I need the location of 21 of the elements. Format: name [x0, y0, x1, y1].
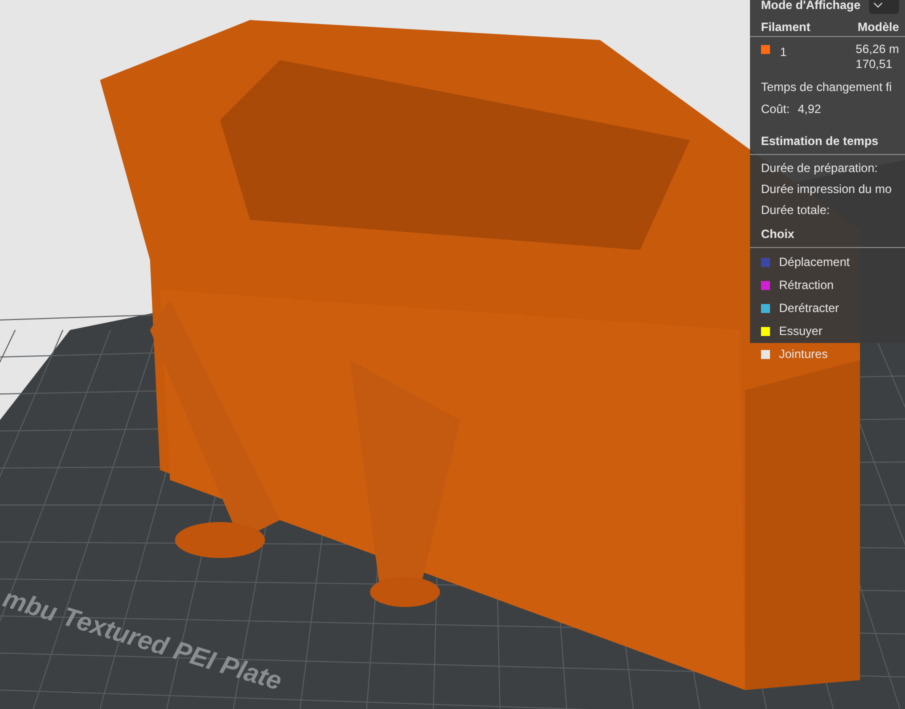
legend-label: Essuyer	[779, 323, 822, 340]
legend-label: Rétraction	[779, 277, 834, 294]
filament-number: 1	[780, 44, 787, 61]
column-header: Filament	[761, 19, 812, 36]
time-label: Durée totale:	[761, 202, 831, 219]
legend-label: Jointures	[779, 346, 828, 363]
panel-title: Mode d'Affichage	[761, 0, 861, 14]
info-text: Temps de changement fi	[760, 79, 893, 96]
view-mode-dropdown[interactable]	[868, 0, 899, 14]
filament-usage: 170,51	[856, 57, 894, 72]
filament-usage: 56,26 m	[856, 42, 899, 57]
cost-value: 4,92	[798, 101, 822, 118]
section-title: Estimation de temps	[761, 134, 878, 148]
time-label: Durée impression du mo	[761, 181, 893, 198]
chevron-down-icon	[872, 2, 883, 8]
time-label: Durée de préparation:	[761, 160, 879, 177]
section-title: Choix	[761, 227, 794, 241]
legend-label: Déplacement	[779, 254, 850, 271]
column-header: Modèle	[858, 19, 899, 36]
cost-label: Coût:	[761, 101, 790, 118]
legend-label: Derétracter	[779, 300, 840, 317]
